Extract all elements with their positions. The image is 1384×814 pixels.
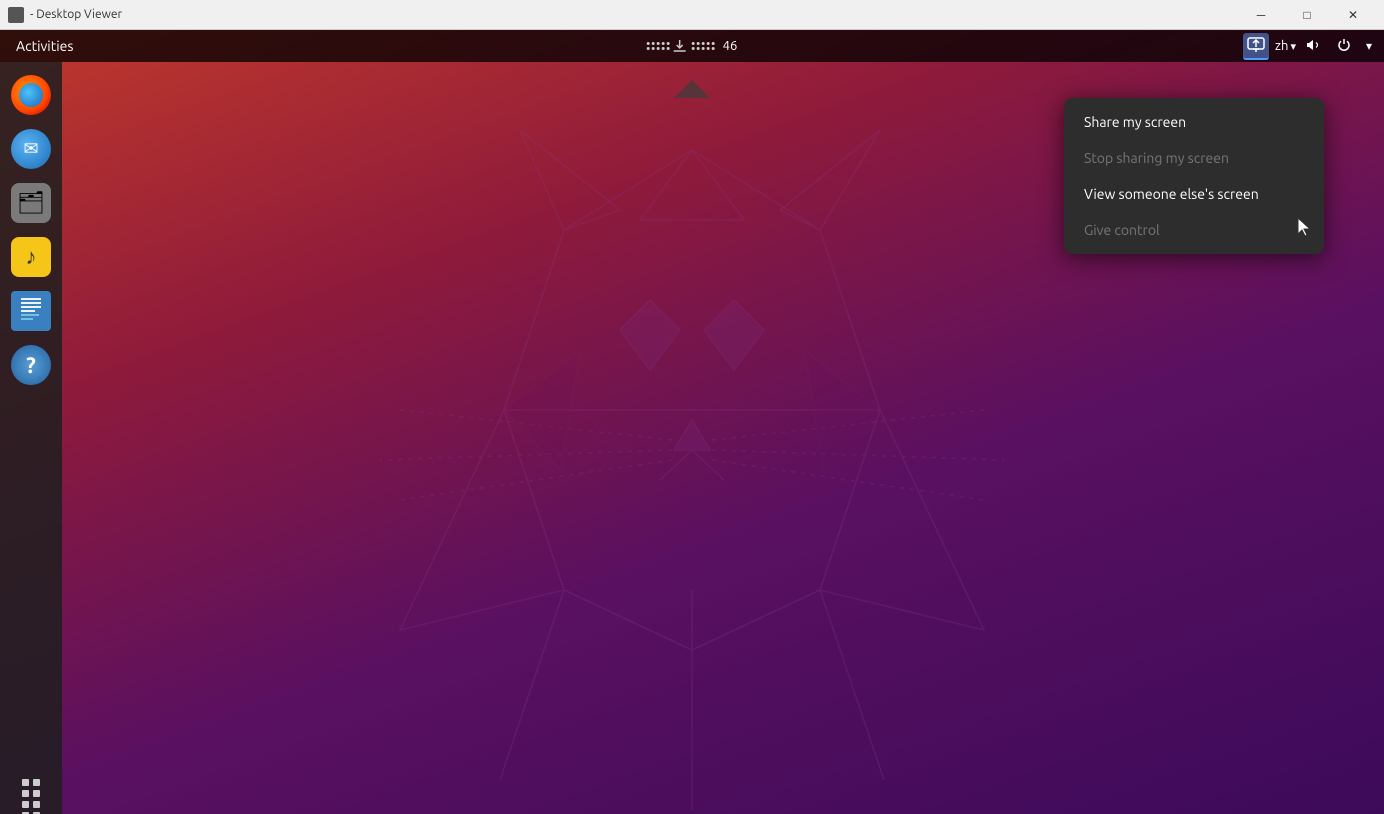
rhythmbox-icon — [11, 237, 51, 277]
dock-item-files[interactable] — [8, 180, 54, 226]
writer-icon — [11, 291, 51, 331]
grid-dot — [667, 42, 670, 45]
window-icon — [8, 7, 24, 23]
lang-arrow: ▾ — [1290, 40, 1296, 53]
activities-button[interactable]: Activities — [8, 38, 81, 54]
help-icon: ? — [11, 345, 51, 385]
language-button[interactable]: zh ▾ — [1275, 39, 1296, 53]
thunderbird-icon — [11, 129, 51, 169]
grid-dot — [662, 42, 665, 45]
grid-dot — [662, 47, 665, 50]
menu-item-share[interactable]: Share my screen — [1064, 104, 1324, 140]
grid-dot — [652, 47, 655, 50]
gnome-topbar: Activities — [0, 30, 1384, 62]
volume-icon[interactable] — [1302, 35, 1326, 58]
grid-dot — [657, 42, 660, 45]
grid-dot — [697, 42, 700, 45]
topbar-right: zh ▾ ▾ — [1243, 33, 1376, 60]
grid-dot — [702, 47, 705, 50]
menu-item-view[interactable]: View someone else's screen — [1064, 176, 1324, 212]
screen-sharing-menu: Share my screen Stop sharing my screen V… — [1064, 98, 1324, 254]
desktop: Activities — [0, 30, 1384, 814]
dock-item-firefox[interactable] — [8, 72, 54, 118]
grid-dot — [707, 47, 710, 50]
power-icon[interactable] — [1332, 35, 1356, 58]
grid-dot — [647, 42, 650, 45]
topbar-center: 46 — [647, 38, 738, 54]
grid-dot — [712, 42, 715, 45]
system-menu-arrow[interactable]: ▾ — [1362, 37, 1376, 55]
maximize-button[interactable]: □ — [1284, 0, 1330, 30]
grid-icon — [11, 771, 51, 811]
grid-dot — [647, 47, 650, 50]
lang-label: zh — [1275, 39, 1288, 53]
screen-share-icon[interactable] — [1243, 33, 1269, 60]
gnome-dock: ? — [0, 62, 62, 814]
grid-dot — [692, 47, 695, 50]
grid-dot — [667, 47, 670, 50]
title-bar-controls: ─ □ ✕ — [1238, 0, 1376, 30]
minimize-button[interactable]: ─ — [1238, 0, 1284, 30]
dock-item-rhythmbox[interactable] — [8, 234, 54, 280]
dock-item-help[interactable]: ? — [8, 342, 54, 388]
dock-item-thunderbird[interactable] — [8, 126, 54, 172]
close-button[interactable]: ✕ — [1330, 0, 1376, 30]
grid-dot — [707, 42, 710, 45]
grid-dot — [702, 42, 705, 45]
title-bar-left: - Desktop Viewer — [8, 7, 122, 23]
firefox-icon — [11, 75, 51, 115]
download-icon — [672, 38, 688, 54]
dock-item-writer[interactable] — [8, 288, 54, 334]
up-arrow-indicator — [674, 80, 710, 98]
topbar-left: Activities — [8, 38, 81, 54]
files-icon — [11, 183, 51, 223]
menu-item-give-control: Give control — [1064, 212, 1324, 248]
dock-item-grid[interactable] — [8, 768, 54, 814]
grid-dot — [712, 47, 715, 50]
grid-dot — [657, 47, 660, 50]
menu-item-stop-share: Stop sharing my screen — [1064, 140, 1324, 176]
title-bar-title: - Desktop Viewer — [30, 8, 122, 21]
topbar-time: 46 — [723, 39, 738, 53]
grid-dot — [652, 42, 655, 45]
grid-dot — [697, 47, 700, 50]
grid-dot — [692, 42, 695, 45]
title-bar: - Desktop Viewer ─ □ ✕ — [0, 0, 1384, 30]
